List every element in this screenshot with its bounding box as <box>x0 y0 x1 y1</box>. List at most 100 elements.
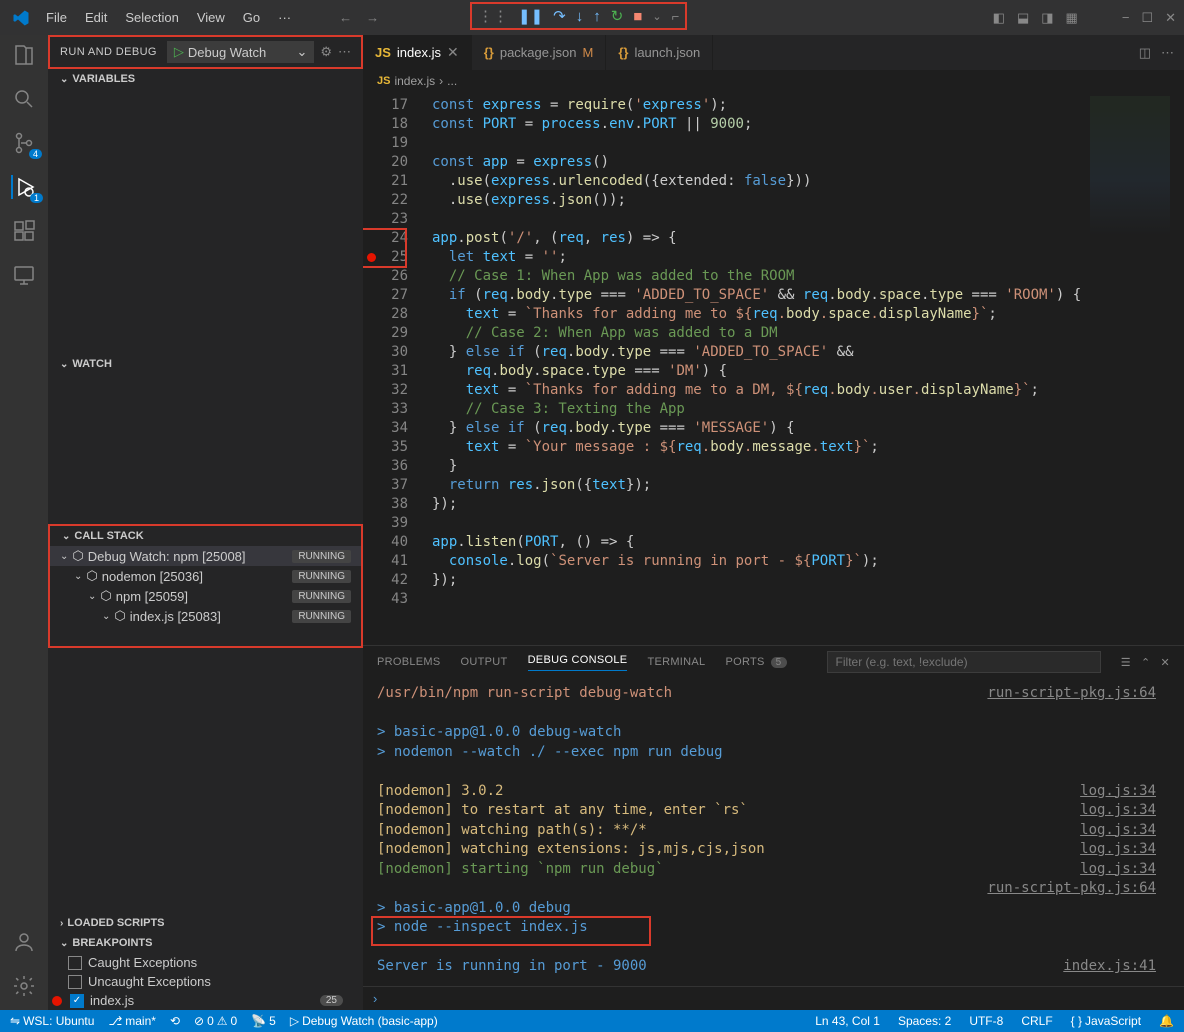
callstack-row[interactable]: ⌄⬡npm [25059]RUNNING <box>50 586 361 606</box>
console-source-link[interactable]: log.js:34 <box>1080 801 1156 821</box>
language-mode[interactable]: { } JavaScript <box>1069 1014 1143 1028</box>
debug-toolbar-more-icon[interactable]: ⌐ <box>672 9 680 24</box>
menu-selection[interactable]: Selection <box>117 6 186 29</box>
encoding[interactable]: UTF-8 <box>967 1014 1005 1028</box>
menu-file[interactable]: File <box>38 6 75 29</box>
search-icon[interactable] <box>12 87 36 111</box>
debug-console-input[interactable]: › <box>363 986 1184 1010</box>
js-file-icon: JS <box>375 45 391 60</box>
watch-section-header[interactable]: ⌄ WATCH <box>48 354 363 374</box>
minimize-button[interactable]: − <box>1122 10 1130 26</box>
tab-index-js[interactable]: JS index.js ✕ <box>363 35 472 70</box>
callstack-row[interactable]: ⌄⬡index.js [25083]RUNNING <box>50 606 361 626</box>
git-sync[interactable]: ⟲ <box>168 1014 182 1028</box>
nav-arrows: ← → <box>339 10 379 25</box>
radio-tower[interactable]: 📡5 <box>249 1014 278 1028</box>
minimap[interactable] <box>1090 96 1170 236</box>
stop-button[interactable]: ■ <box>633 8 642 25</box>
activitybar: 4 1 <box>0 35 48 1010</box>
checkbox-icon[interactable] <box>68 956 82 970</box>
callstack-row[interactable]: ⌄⬡nodemon [25036]RUNNING <box>50 566 361 586</box>
nav-back-icon[interactable]: ← <box>339 10 352 25</box>
debug-settings-gear-icon[interactable]: ⚙ <box>320 44 332 60</box>
editor-more-icon[interactable]: ⋯ <box>1161 45 1174 61</box>
breakpoint-file[interactable]: ✓ index.js 25 <box>48 991 363 1010</box>
remote-explorer-icon[interactable] <box>12 263 36 287</box>
debug-status[interactable]: ▷ Debug Watch (basic-app) <box>288 1014 440 1028</box>
console-source-link[interactable]: run-script-pkg.js:64 <box>987 879 1156 899</box>
layout-grid-icon[interactable]: ▦ <box>1066 10 1078 26</box>
callstack-section: ⌄ CALL STACK ⌄⬡Debug Watch: npm [25008]R… <box>48 524 363 648</box>
breakpoints-header[interactable]: ⌄ BREAKPOINTS <box>48 933 363 953</box>
indent-spaces[interactable]: Spaces: 2 <box>896 1014 953 1028</box>
chevron-down-icon: ⌄ <box>60 74 68 85</box>
breakpoint-caught[interactable]: Caught Exceptions <box>48 953 363 972</box>
menu-view[interactable]: View <box>189 6 233 29</box>
callstack-row[interactable]: ⌄⬡Debug Watch: npm [25008]RUNNING <box>50 546 361 566</box>
explorer-icon[interactable] <box>12 43 36 67</box>
restart-button[interactable]: ↻ <box>611 7 624 25</box>
cursor-position[interactable]: Ln 43, Col 1 <box>813 1014 882 1028</box>
console-source-link[interactable]: run-script-pkg.js:64 <box>987 684 1156 704</box>
console-source-link[interactable]: log.js:34 <box>1080 782 1156 802</box>
toggle-sidebar-icon[interactable]: ◨ <box>1041 10 1053 26</box>
tab-output[interactable]: OUTPUT <box>461 656 508 668</box>
run-debug-header: RUN AND DEBUG ▷ Debug Watch ⌄ ⚙ ⋯ <box>48 35 363 69</box>
menu-edit[interactable]: Edit <box>77 6 115 29</box>
account-icon[interactable] <box>12 930 36 954</box>
checkbox-checked-icon[interactable]: ✓ <box>70 994 84 1008</box>
nav-forward-icon[interactable]: → <box>366 10 379 25</box>
maximize-button[interactable]: ☐ <box>1141 10 1153 26</box>
warning-icon: ⚠ <box>217 1014 228 1028</box>
menu-more[interactable]: ··· <box>270 6 299 29</box>
variables-body <box>48 89 363 354</box>
toggle-panel-icon[interactable]: ◧ <box>993 10 1005 26</box>
step-into-button[interactable]: ↓ <box>576 8 584 25</box>
debug-config-dropdown[interactable]: ▷ Debug Watch ⌄ <box>167 41 314 63</box>
menu-go[interactable]: Go <box>235 6 268 29</box>
panel-maximize-icon[interactable]: ⌃ <box>1141 656 1151 669</box>
loaded-scripts-header[interactable]: › LOADED SCRIPTS <box>48 913 363 933</box>
remote-indicator[interactable]: ⇋ WSL: Ubuntu <box>8 1014 96 1028</box>
tab-terminal[interactable]: TERMINAL <box>647 656 705 668</box>
panel-close-icon[interactable]: ✕ <box>1160 656 1170 669</box>
console-source-link[interactable]: log.js:34 <box>1080 860 1156 880</box>
breadcrumb[interactable]: JS index.js › ... <box>363 70 1184 92</box>
checkbox-icon[interactable] <box>68 975 82 989</box>
eol[interactable]: CRLF <box>1019 1014 1054 1028</box>
console-source-link[interactable]: log.js:34 <box>1080 840 1156 860</box>
panel-list-icon[interactable]: ☰ <box>1121 656 1131 669</box>
callstack-section-header[interactable]: ⌄ CALL STACK <box>50 526 361 546</box>
tab-debug-console[interactable]: DEBUG CONSOLE <box>528 654 628 671</box>
drag-handle-icon[interactable]: ⋮⋮ <box>478 7 508 25</box>
split-editor-icon[interactable]: ◫ <box>1139 45 1151 61</box>
run-debug-icon[interactable]: 1 <box>11 175 37 199</box>
breakpoint-uncaught[interactable]: Uncaught Exceptions <box>48 972 363 991</box>
toggle-bottom-icon[interactable]: ⬓ <box>1017 10 1029 26</box>
settings-gear-icon[interactable] <box>12 974 36 998</box>
variables-section-header[interactable]: ⌄ VARIABLES <box>48 69 363 89</box>
console-filter-input[interactable] <box>827 651 1101 673</box>
source-control-icon[interactable]: 4 <box>12 131 36 155</box>
debug-toolbar-chevron-icon[interactable]: ⌄ <box>652 10 661 23</box>
editor[interactable]: 1718192021222324252627282930313233343536… <box>363 92 1184 645</box>
errors-count[interactable]: ⊘0 ⚠0 <box>192 1014 239 1028</box>
tab-problems[interactable]: PROBLEMS <box>377 656 441 668</box>
git-branch[interactable]: ⎇ main* <box>106 1014 158 1028</box>
debug-more-icon[interactable]: ⋯ <box>338 44 351 60</box>
tab-launch-json[interactable]: {} launch.json <box>606 35 713 70</box>
step-out-button[interactable]: ↑ <box>593 8 601 25</box>
close-window-button[interactable]: ✕ <box>1165 10 1176 26</box>
tab-ports[interactable]: PORTS <box>725 656 764 668</box>
debug-console-output[interactable]: /usr/bin/npm run-script debug-watchrun-s… <box>363 678 1184 986</box>
line-gutter[interactable]: 1718192021222324252627282930313233343536… <box>363 92 428 645</box>
console-source-link[interactable]: log.js:34 <box>1080 821 1156 841</box>
tab-package-json[interactable]: {} package.json M <box>472 35 607 70</box>
close-tab-icon[interactable]: ✕ <box>447 44 459 61</box>
pause-button[interactable]: ❚❚ <box>518 7 543 25</box>
code-content[interactable]: const express = require('express');const… <box>428 92 1184 645</box>
notifications-bell-icon[interactable]: 🔔 <box>1157 1014 1176 1028</box>
extensions-icon[interactable] <box>12 219 36 243</box>
step-over-button[interactable]: ↷ <box>553 7 566 25</box>
console-source-link[interactable]: index.js:41 <box>1063 957 1156 977</box>
